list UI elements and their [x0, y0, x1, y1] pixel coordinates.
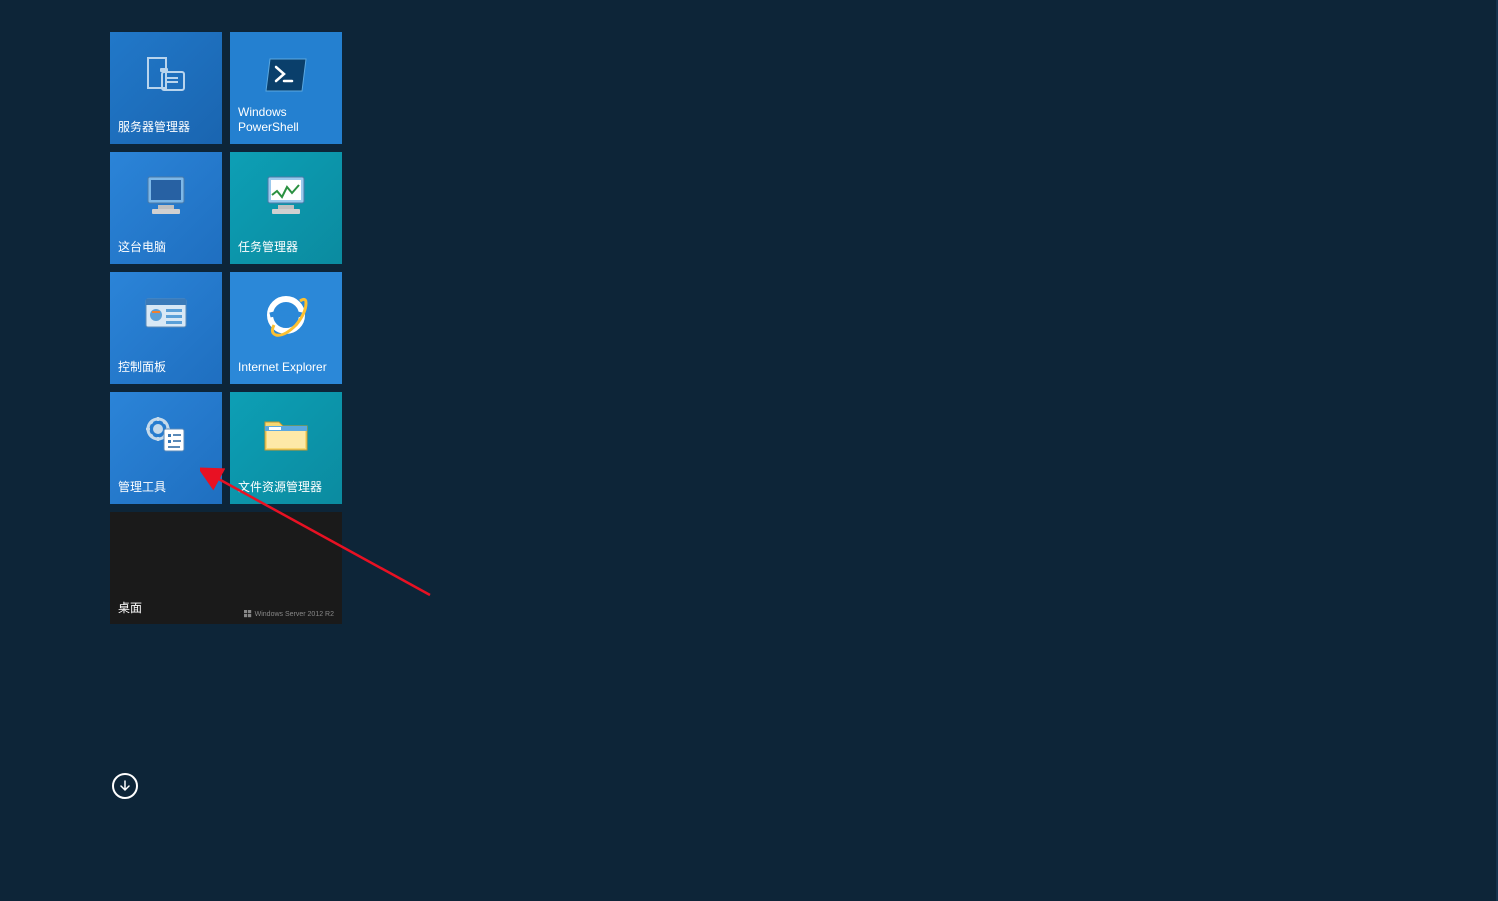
tile-powershell[interactable]: Windows PowerShell: [230, 32, 342, 144]
tile-admin-tools[interactable]: 管理工具: [110, 392, 222, 504]
admin-tools-icon: [141, 410, 191, 460]
tile-file-explorer[interactable]: 文件资源管理器: [230, 392, 342, 504]
tile-label: 文件资源管理器: [238, 480, 334, 496]
tile-row: 管理工具 文件资源管理器: [110, 392, 342, 504]
server-manager-icon: [141, 50, 191, 100]
tile-row: 服务器管理器 Windows PowerShell: [110, 32, 342, 144]
watermark-text: Windows Server 2012 R2: [255, 611, 334, 618]
tile-server-manager[interactable]: 服务器管理器: [110, 32, 222, 144]
tile-label: 任务管理器: [238, 240, 334, 256]
tile-this-pc[interactable]: 这台电脑: [110, 152, 222, 264]
tile-label: 服务器管理器: [118, 120, 214, 136]
start-tiles-grid: 服务器管理器 Windows PowerShell: [110, 32, 342, 632]
desktop-watermark: Windows Server 2012 R2: [244, 610, 334, 618]
computer-icon: [141, 170, 191, 220]
tile-desktop[interactable]: 桌面 Windows Server 2012 R2: [110, 512, 342, 624]
tile-task-manager[interactable]: 任务管理器: [230, 152, 342, 264]
ie-icon: [261, 290, 311, 340]
tile-internet-explorer[interactable]: Internet Explorer: [230, 272, 342, 384]
powershell-icon: [261, 50, 311, 100]
windows-logo-icon: [244, 610, 252, 618]
tile-row: 这台电脑 任务管理器: [110, 152, 342, 264]
tile-control-panel[interactable]: 控制面板: [110, 272, 222, 384]
tile-label: 这台电脑: [118, 240, 214, 256]
tile-label: Windows PowerShell: [238, 105, 334, 136]
tile-label: Internet Explorer: [238, 360, 334, 376]
arrow-down-icon: [119, 780, 131, 792]
file-explorer-icon: [261, 410, 311, 460]
tile-row: 控制面板 Internet Explorer: [110, 272, 342, 384]
tile-label: 管理工具: [118, 480, 214, 496]
all-apps-button[interactable]: [112, 773, 138, 799]
tile-label: 控制面板: [118, 360, 214, 376]
task-manager-icon: [261, 170, 311, 220]
tile-row: 桌面 Windows Server 2012 R2: [110, 512, 342, 624]
control-panel-icon: [141, 290, 191, 340]
